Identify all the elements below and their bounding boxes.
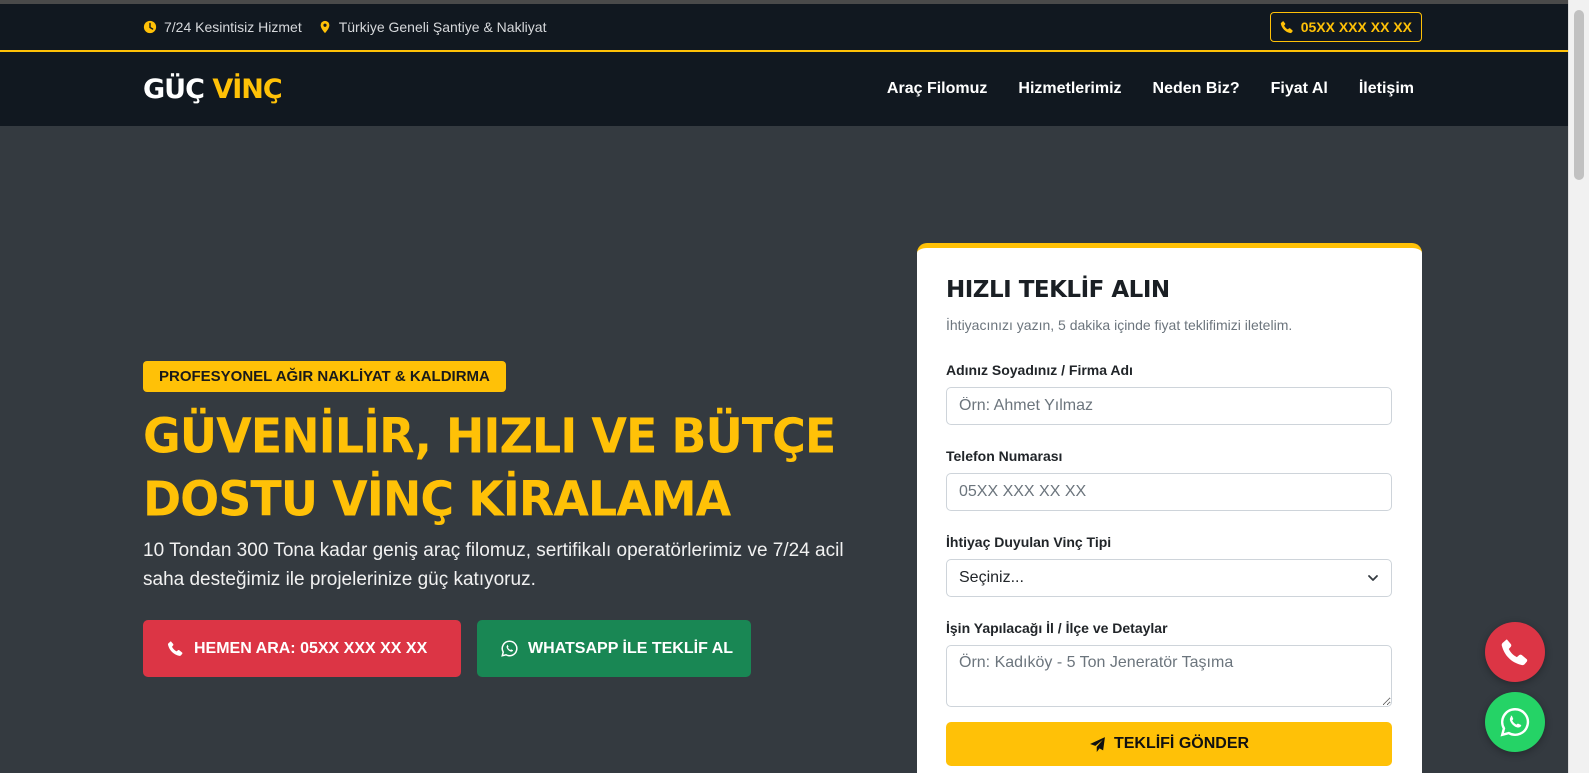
name-input[interactable] <box>946 387 1392 425</box>
hero-title-line-1: GÜVENİLİR, HIZLI VE BÜTÇE <box>143 407 836 464</box>
hero-title: GÜVENİLİR, HIZLI VE BÜTÇE DOSTU VİNÇ KİR… <box>143 404 863 530</box>
brand-logo[interactable]: GÜÇ VİNÇ <box>143 73 283 105</box>
location-info: Türkiye Geneli Şantiye & Nakliyat <box>318 19 547 35</box>
crane-type-selected: Seçiniz... <box>959 569 1024 586</box>
details-label: İşin Yapılacağı İl / İlçe ve Detaylar <box>946 620 1168 636</box>
whatsapp-icon <box>501 640 518 657</box>
nav-link-get-price[interactable]: Fiyat Al <box>1271 80 1328 98</box>
phone-input[interactable] <box>946 473 1392 511</box>
crane-type-label: İhtiyaç Duyulan Vinç Tipi <box>946 534 1112 550</box>
hero-description: 10 Tondan 300 Tona kadar geniş araç filo… <box>143 540 844 590</box>
nav-links: Araç Filomuz Hizmetlerimiz Neden Biz? Fi… <box>887 80 1414 98</box>
page: 7/24 Kesintisiz Hizmet Türkiye Geneli Şa… <box>0 0 1568 773</box>
whatsapp-icon <box>1500 708 1530 737</box>
nav-link-fleet[interactable]: Araç Filomuz <box>887 80 987 98</box>
cta-row: HEMEN ARA: 05XX XXX XX XX WHATSAPP İLE T… <box>143 620 863 677</box>
hero-badge: PROFESYONEL AĞIR NAKLİYAT & KALDIRMA <box>143 361 506 392</box>
chevron-down-icon <box>1368 575 1378 581</box>
hours-text: 7/24 Kesintisiz Hizmet <box>164 19 302 35</box>
brand-part-2: VİNÇ <box>212 73 282 105</box>
top-phone-button[interactable]: 05XX XXX XX XX <box>1269 12 1422 42</box>
name-label: Adınız Soyadınız / Firma Adı <box>946 362 1133 378</box>
nav-link-contact[interactable]: İletişim <box>1359 80 1414 98</box>
floating-call-button[interactable] <box>1485 622 1545 682</box>
location-text: Türkiye Geneli Şantiye & Nakliyat <box>338 19 547 35</box>
floating-whatsapp-button[interactable] <box>1485 692 1545 752</box>
call-now-button[interactable]: HEMEN ARA: 05XX XXX XX XX <box>143 620 461 677</box>
call-now-label: HEMEN ARA: 05XX XXX XX XX <box>194 639 428 657</box>
hours-info: 7/24 Kesintisiz Hizmet <box>143 19 302 35</box>
hero-section: PROFESYONEL AĞIR NAKLİYAT & KALDIRMA GÜV… <box>0 126 1568 773</box>
map-pin-icon <box>320 20 330 34</box>
brand-part-1: GÜÇ <box>143 73 205 105</box>
quote-form-card: HIZLI TEKLİF ALIN İhtiyacınızı yazın, 5 … <box>917 243 1422 773</box>
clock-icon <box>143 20 157 34</box>
nav-link-why-us[interactable]: Neden Biz? <box>1153 80 1240 98</box>
details-textarea[interactable] <box>946 645 1392 707</box>
hero-content: PROFESYONEL AĞIR NAKLİYAT & KALDIRMA GÜV… <box>143 361 863 677</box>
paper-plane-icon <box>1090 736 1105 752</box>
whatsapp-quote-button[interactable]: WHATSAPP İLE TEKLİF AL <box>477 620 751 677</box>
navbar: GÜÇ VİNÇ Araç Filomuz Hizmetlerimiz Nede… <box>0 52 1568 126</box>
top-bar-info: 7/24 Kesintisiz Hizmet Türkiye Geneli Şa… <box>143 19 546 35</box>
top-bar: 7/24 Kesintisiz Hizmet Türkiye Geneli Şa… <box>0 4 1568 52</box>
phone-icon <box>1501 639 1528 666</box>
crane-type-select[interactable]: Seçiniz... <box>946 559 1392 597</box>
page-scrollbar[interactable] <box>1568 0 1589 773</box>
nav-link-services[interactable]: Hizmetlerimiz <box>1018 80 1121 98</box>
submit-label: TEKLİFİ GÖNDER <box>1113 735 1250 752</box>
top-phone-text: 05XX XXX XX XX <box>1300 19 1412 35</box>
phone-icon <box>1280 21 1293 34</box>
hero-title-line-2: DOSTU VİNÇ KİRALAMA <box>143 470 731 527</box>
whatsapp-quote-label: WHATSAPP İLE TEKLİF AL <box>528 639 734 657</box>
form-title: HIZLI TEKLİF ALIN <box>946 277 1170 303</box>
phone-label: Telefon Numarası <box>946 448 1063 464</box>
submit-quote-button[interactable]: TEKLİFİ GÖNDER <box>946 722 1392 766</box>
form-subtitle: İhtiyacınızı yazın, 5 dakika içinde fiya… <box>946 317 1293 333</box>
scrollbar-thumb[interactable] <box>1574 10 1584 180</box>
phone-icon <box>167 641 183 656</box>
